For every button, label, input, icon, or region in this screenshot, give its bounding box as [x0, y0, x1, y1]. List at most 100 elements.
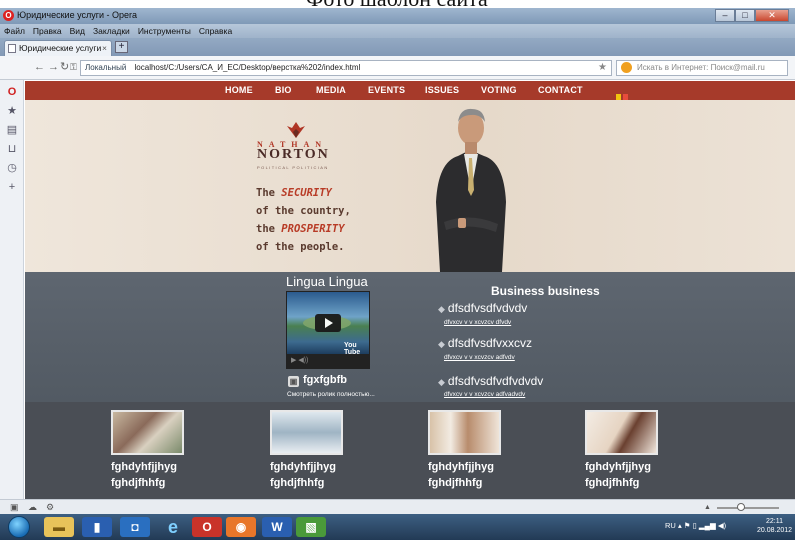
key-icon[interactable]: ⚿ [70, 62, 77, 73]
nav-home[interactable]: HOME [225, 85, 253, 95]
menu-file[interactable]: Файл [4, 24, 25, 38]
outlook-icon[interactable]: ◘ [120, 517, 150, 537]
hero-slogan: The SECURITY of the country, the PROSPER… [256, 184, 351, 256]
menu-help[interactable]: Справка [199, 24, 232, 38]
side-panel: O ★ ▤ ⊔ ◷ + [0, 80, 24, 499]
gallery-caption-line: fghdjfhhfg [111, 477, 166, 489]
nav-bio[interactable]: BIO [275, 85, 292, 95]
add-panel-icon[interactable]: + [0, 180, 24, 194]
video-controls[interactable]: ▶ ◀)) [287, 354, 369, 368]
opera-icon[interactable]: O [0, 85, 24, 99]
language-flags[interactable] [616, 87, 630, 100]
slogan-text: of the country, [256, 205, 351, 217]
battery-icon[interactable]: ▯ [693, 521, 697, 530]
clock-date: 20.08.2012 [757, 527, 793, 534]
unite-icon[interactable]: ⊔ [0, 142, 24, 156]
play-icon[interactable] [315, 314, 341, 332]
chrome-icon[interactable]: ◉ [226, 517, 256, 537]
tab-close-icon[interactable]: × [102, 41, 107, 55]
reload-icon[interactable]: ↻ [60, 62, 69, 73]
play-small-icon[interactable]: ▶ [291, 357, 296, 364]
gallery-thumb[interactable] [111, 410, 184, 455]
bookmark-star-icon[interactable]: ★ [598, 61, 607, 75]
menu-tools[interactable]: Инструменты [138, 24, 191, 38]
video-thumbnail: You Tube [287, 292, 369, 356]
start-button[interactable] [8, 516, 30, 538]
business-item[interactable]: ◆ dfsdfvsdfvdvdv [438, 301, 527, 315]
search-input[interactable]: Искать в Интернет: Поиск@mail.ru [616, 60, 788, 76]
video-title: Lingua Lingua [286, 274, 368, 289]
camera-icon: ▣ [288, 376, 299, 387]
language-indicator[interactable]: RU [665, 521, 676, 530]
flag-tray-icon[interactable]: ⚑ [684, 521, 691, 530]
explorer-icon[interactable]: ▬ [44, 517, 74, 537]
gallery-thumb[interactable] [585, 410, 658, 455]
zoom-slider[interactable] [717, 507, 779, 509]
gallery-thumb[interactable] [428, 410, 501, 455]
minimize-button[interactable]: – [715, 9, 735, 22]
slogan-emphasis: PROSPERITY [281, 223, 345, 235]
menu-view[interactable]: Вид [70, 24, 85, 38]
business-item[interactable]: ◆ dfsdfvsdfvxxcvz [438, 336, 532, 350]
business-item-sub[interactable]: dfvxcv v v xcvzcv adfvadvdv [444, 391, 525, 398]
video-caption-text: fgxfgbfb [303, 374, 347, 386]
slogan-text: The [256, 187, 282, 199]
panel-toggle-icon[interactable]: ▣ [10, 502, 19, 513]
clock[interactable]: 22:11 20.08.2012 [757, 517, 792, 535]
window-titlebar[interactable]: O Юридические услуги - Opera – □ ✕ [0, 8, 795, 24]
business-item[interactable]: ◆ dfsdfvsdfvdfvdvdv [438, 374, 543, 388]
tab-legal-services[interactable]: Юридические услуги × [4, 40, 112, 56]
business-item-title: dfsdfvsdfvdvdv [447, 301, 528, 315]
menu-bookmarks[interactable]: Закладки [93, 24, 130, 38]
opera-taskbar-icon[interactable]: O [192, 517, 222, 537]
gallery-section: fghdyhfjjhyg fghdjfhhfg fghdyhfjjhyg fghdj… [25, 402, 795, 499]
nav-media[interactable]: MEDIA [316, 85, 346, 95]
gallery-caption: fghdyhfjjhyg fghdjfhhfg [428, 459, 494, 491]
url-input[interactable]: Локальный localhost/C:/Users/CA_И_EC/Des… [80, 60, 612, 76]
document-caption: Фото шаблон сайта [306, 0, 488, 8]
volume-tray-icon[interactable]: ◀) [718, 521, 726, 530]
word-icon[interactable]: W [262, 517, 292, 537]
image-viewer-icon[interactable]: ▧ [296, 517, 326, 537]
menu-edit[interactable]: Правка [33, 24, 62, 38]
turbo-icon[interactable]: ☁ [28, 502, 37, 513]
gallery-thumb[interactable] [270, 410, 343, 455]
security-badge[interactable]: Локальный [85, 63, 126, 72]
notes-icon[interactable]: ▤ [0, 123, 24, 137]
address-toolbar: ← → ↻ ⚿ Локальный localhost/C:/Users/CA_… [0, 56, 795, 80]
zoom-view-icon[interactable]: ▲ [704, 504, 711, 511]
gallery-caption-line: fghdyhfjjhyg [428, 461, 494, 473]
diamond-bullet-icon: ◆ [438, 339, 445, 349]
video-player[interactable]: You Tube ▶ ◀)) [286, 291, 370, 369]
network-icon[interactable]: ▂▄▆ [699, 521, 716, 530]
tab-bar: Юридические услуги × + [0, 38, 795, 56]
new-tab-button[interactable]: + [115, 41, 128, 53]
business-item-sub[interactable]: dfvxcv v v xcvzcv adfvdv [444, 354, 515, 361]
history-icon[interactable]: ◷ [0, 161, 24, 175]
nav-issues[interactable]: ISSUES [425, 85, 459, 95]
volume-icon[interactable]: ◀)) [298, 357, 308, 364]
nav-events[interactable]: EVENTS [368, 85, 405, 95]
clock-time: 22:11 [766, 518, 784, 525]
tab-label: Юридические услуги [19, 43, 102, 53]
save-disk-icon[interactable]: ▮ [82, 517, 112, 537]
nav-contact[interactable]: CONTACT [538, 85, 583, 95]
diamond-bullet-icon: ◆ [438, 304, 445, 314]
zoom-slider-handle[interactable] [737, 503, 745, 511]
search-engine-icon[interactable] [621, 62, 632, 73]
business-item-sub[interactable]: dfvxcv v v xcvzcv dfvdv [444, 319, 511, 326]
slogan-text: the [256, 223, 282, 235]
back-icon[interactable]: ← [34, 62, 45, 73]
hero-banner: NATHAN NORTON POLITICAL POLITICIAN The S… [25, 100, 795, 272]
site-nav: HOME BIO MEDIA EVENTS ISSUES VOTING CONT… [25, 81, 795, 100]
nav-voting[interactable]: VOTING [481, 85, 517, 95]
close-button[interactable]: ✕ [755, 9, 789, 22]
bookmarks-star-icon[interactable]: ★ [0, 104, 24, 118]
internet-explorer-icon[interactable]: e [158, 517, 188, 537]
forward-icon[interactable]: → [48, 62, 59, 73]
maximize-button[interactable]: □ [735, 9, 755, 22]
tray-arrow-icon[interactable]: ▴ [678, 521, 682, 530]
opera-logo-icon: O [3, 10, 14, 21]
settings-icon[interactable]: ⚙ [46, 502, 54, 513]
watch-full-link[interactable]: Смотреть ролик полностью... [287, 391, 375, 398]
